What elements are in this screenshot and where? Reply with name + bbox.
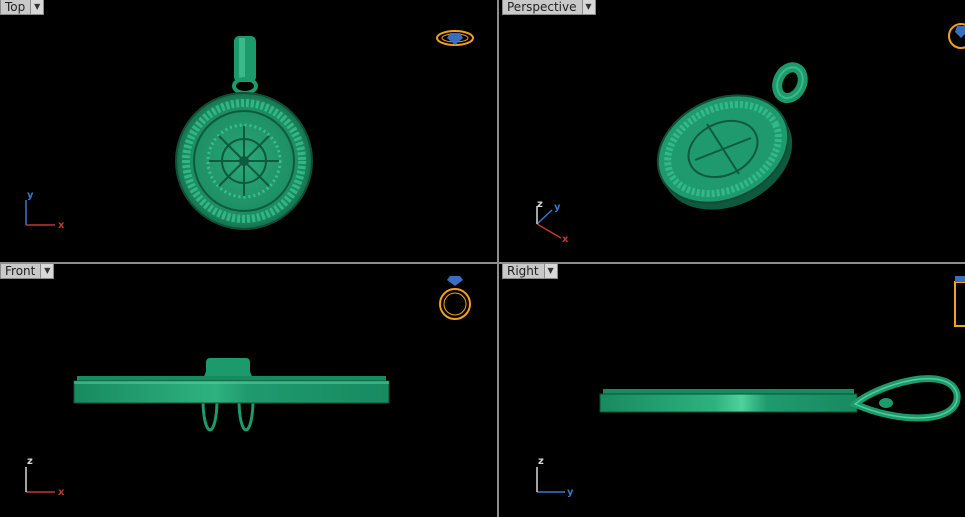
viewport-title[interactable]: Top: [0, 0, 32, 15]
triangle-down-icon: ▼: [44, 266, 51, 275]
pendant-bail: [232, 36, 258, 95]
axis-label-y: y: [554, 202, 561, 213]
viewport-menu-button[interactable]: ▼: [582, 0, 596, 15]
viewport-tab-right[interactable]: Right ▼: [502, 264, 558, 279]
axis-triad-front: [25, 467, 55, 493]
viewport-menu-button[interactable]: ▼: [544, 264, 558, 279]
viewport-tab-top[interactable]: Top ▼: [0, 0, 45, 15]
axis-label-z: z: [537, 199, 543, 210]
front-scene: x z: [25, 276, 471, 498]
viewport-splitter-horizontal[interactable]: [0, 262, 965, 264]
viewport-perspective[interactable]: x y z Perspective ▼: [499, 0, 965, 262]
axis-label-z: z: [27, 456, 33, 467]
right-scene: y z: [536, 276, 965, 498]
view-gizmo-right[interactable]: [954, 276, 965, 327]
viewport-title[interactable]: Right: [502, 264, 545, 279]
pendant-medallion: [175, 92, 313, 230]
axis-label-y: y: [27, 190, 34, 201]
view-gizmo-top[interactable]: [436, 30, 474, 46]
viewport-right[interactable]: y z Right ▼: [499, 264, 965, 517]
viewport-tab-front[interactable]: Front ▼: [0, 264, 55, 279]
triangle-down-icon: ▼: [585, 2, 592, 11]
viewport-front[interactable]: x z Front ▼: [0, 264, 497, 517]
viewport-top[interactable]: x y Top ▼: [0, 0, 497, 262]
axis-label-y: y: [567, 487, 574, 498]
axis-label-x: x: [58, 220, 65, 231]
viewport-menu-button[interactable]: ▼: [41, 264, 55, 279]
axis-label-x: x: [562, 234, 569, 245]
pendant-front: [73, 358, 390, 432]
triangle-down-icon: ▼: [547, 266, 554, 275]
view-gizmo-front[interactable]: [439, 276, 471, 320]
pendant-right: [599, 375, 961, 422]
viewport-tab-perspective[interactable]: Perspective ▼: [502, 0, 596, 15]
viewport-title[interactable]: Perspective: [502, 0, 583, 15]
viewport-menu-button[interactable]: ▼: [31, 0, 45, 15]
pendant-perspective: [656, 62, 808, 210]
view-gizmo-perspective[interactable]: [948, 23, 965, 49]
viewport-splitter-vertical[interactable]: [497, 0, 499, 517]
axis-triad-top: [25, 200, 55, 226]
top-scene: x y: [25, 30, 474, 231]
perspective-scene: x y z: [536, 23, 965, 245]
axis-label-x: x: [58, 487, 65, 498]
axis-label-z: z: [538, 456, 544, 467]
triangle-down-icon: ▼: [34, 2, 41, 11]
viewport-title[interactable]: Front: [0, 264, 42, 279]
axis-triad-right: [536, 467, 565, 493]
